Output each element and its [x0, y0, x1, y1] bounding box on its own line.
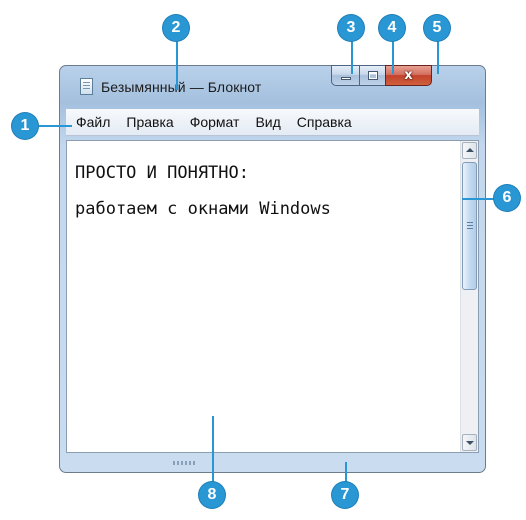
grip-icon — [467, 222, 473, 229]
callout-2: 2 — [163, 15, 189, 41]
callout-5-leader — [437, 40, 439, 74]
caption-buttons: x — [331, 65, 432, 86]
maximize-icon — [368, 71, 378, 80]
callout-2-leader — [176, 40, 178, 90]
callout-3: 3 — [338, 15, 364, 41]
callout-4: 4 — [379, 15, 405, 41]
menu-item-file[interactable]: Файл — [66, 109, 118, 135]
vertical-scrollbar[interactable] — [460, 141, 478, 452]
callout-7-leader — [345, 462, 347, 484]
arrow-down-icon — [466, 441, 474, 445]
callout-8-leader — [212, 416, 214, 484]
callout-8: 8 — [199, 482, 225, 508]
editor-text[interactable]: ПРОСТО И ПОНЯТНО: работаем с окнами Wind… — [75, 155, 445, 227]
editor-line: работаем с окнами Windows — [75, 199, 331, 219]
menu-item-view[interactable]: Вид — [247, 109, 288, 135]
scroll-thumb[interactable] — [462, 162, 477, 290]
window-title: Безымянный — Блокнот — [101, 79, 262, 95]
notepad-window: Безымянный — Блокнот x Файл Правка Форма… — [59, 65, 486, 473]
minimize-button[interactable] — [331, 65, 359, 86]
callout-1-leader — [38, 125, 72, 127]
notepad-icon[interactable] — [80, 78, 93, 95]
callout-3-leader — [351, 40, 353, 74]
callout-1: 1 — [12, 113, 38, 139]
menu-bar: Файл Правка Формат Вид Справка — [66, 109, 479, 136]
scroll-down-button[interactable] — [462, 434, 477, 451]
window-border-resize-handle[interactable] — [173, 461, 197, 465]
editor-line: ПРОСТО И ПОНЯТНО: — [75, 163, 249, 183]
callout-4-leader — [392, 40, 394, 74]
callout-7: 7 — [332, 482, 358, 508]
text-editor-area[interactable]: ПРОСТО И ПОНЯТНО: работаем с окнами Wind… — [66, 140, 479, 453]
callout-6: 6 — [494, 185, 520, 211]
menu-item-format[interactable]: Формат — [182, 109, 248, 135]
menu-item-help[interactable]: Справка — [289, 109, 360, 135]
menu-item-edit[interactable]: Правка — [118, 109, 181, 135]
callout-5: 5 — [424, 15, 450, 41]
scroll-up-button[interactable] — [462, 142, 477, 159]
maximize-button[interactable] — [359, 65, 385, 86]
arrow-up-icon — [466, 148, 474, 152]
minimize-icon — [341, 77, 351, 80]
